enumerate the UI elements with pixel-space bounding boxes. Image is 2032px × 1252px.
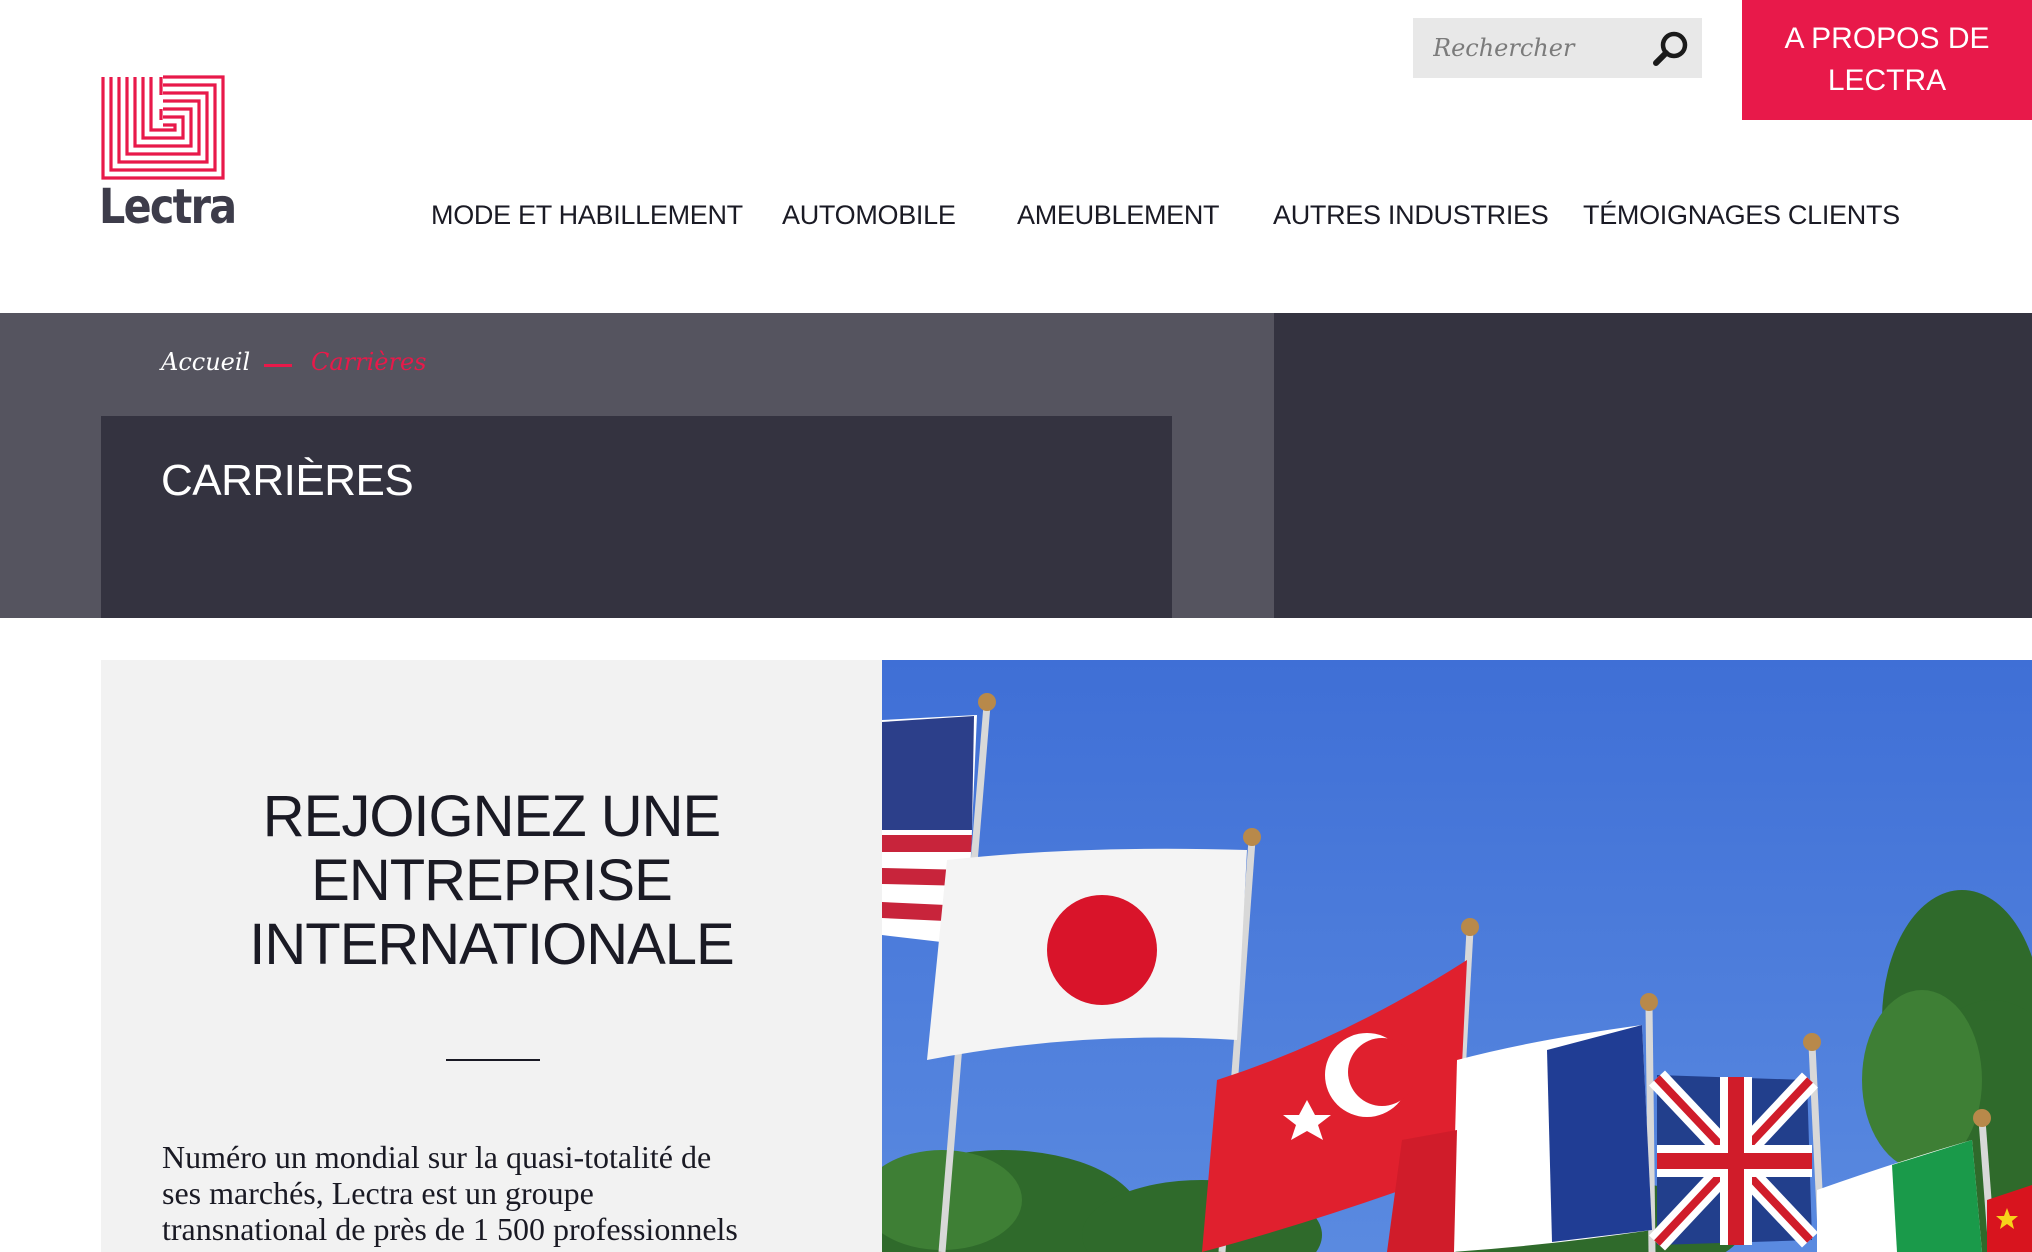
japan-flag [927, 848, 1247, 1060]
nav-item-mode-habillement[interactable]: MODE ET HABILLEMENT [431, 200, 743, 231]
main-nav: MODE ET HABILLEMENT AUTOMOBILE AMEUBLEME… [0, 200, 2032, 250]
search-box [1413, 18, 1702, 78]
uk-flag [1648, 1070, 1819, 1251]
about-button-line-2: LECTRA [1827, 64, 1947, 97]
about-lectra-button[interactable]: A PROPOS DE LECTRA [1742, 0, 2032, 120]
international-flags-image [882, 660, 2032, 1252]
search-button[interactable] [1648, 26, 1694, 70]
hero-dark-panel [1274, 313, 2032, 618]
breadcrumb-separator [264, 364, 292, 367]
page-title-box: CARRIÈRES [101, 416, 1172, 618]
nav-item-automobile[interactable]: AUTOMOBILE [782, 200, 956, 231]
lectra-logo-icon [101, 75, 225, 180]
site-header: Lectra A PROPOS DE LECTRA MODE ET HABILL… [0, 0, 2032, 313]
breadcrumb-home-link[interactable]: Accueil [161, 348, 250, 376]
nav-item-ameublement[interactable]: AMEUBLEMENT [1017, 200, 1220, 231]
body-line-2: ses marchés, Lectra est un groupe [162, 1175, 594, 1211]
nav-item-temoignages-clients[interactable]: TÉMOIGNAGES CLIENTS [1583, 200, 1900, 231]
intro-body-text: Numéro un mondial sur la quasi-totalité … [162, 1139, 842, 1247]
search-icon [1653, 31, 1688, 66]
hero-band: Accueil Carrières CARRIÈRES [0, 313, 2032, 618]
headline-divider [446, 1059, 540, 1061]
page-title: CARRIÈRES [161, 456, 414, 505]
headline-line-2: ENTREPRISE [311, 848, 673, 913]
breadcrumb-current: Carrières [311, 348, 427, 376]
body-line-1: Numéro un mondial sur la quasi-totalité … [162, 1139, 712, 1175]
nav-item-autres-industries[interactable]: AUTRES INDUSTRIES [1273, 200, 1549, 231]
about-button-line-1: A PROPOS DE [1784, 22, 1990, 55]
intro-panel: REJOIGNEZ UNE ENTREPRISE INTERNATIONALE … [101, 660, 882, 1252]
search-input[interactable] [1413, 18, 1643, 78]
body-line-3: transnational de près de 1 500 professio… [162, 1211, 738, 1247]
headline-line-1: REJOIGNEZ UNE [262, 784, 722, 849]
intro-headline: REJOIGNEZ UNE ENTREPRISE INTERNATIONALE [101, 785, 882, 977]
headline-line-3: INTERNATIONALE [249, 912, 734, 977]
